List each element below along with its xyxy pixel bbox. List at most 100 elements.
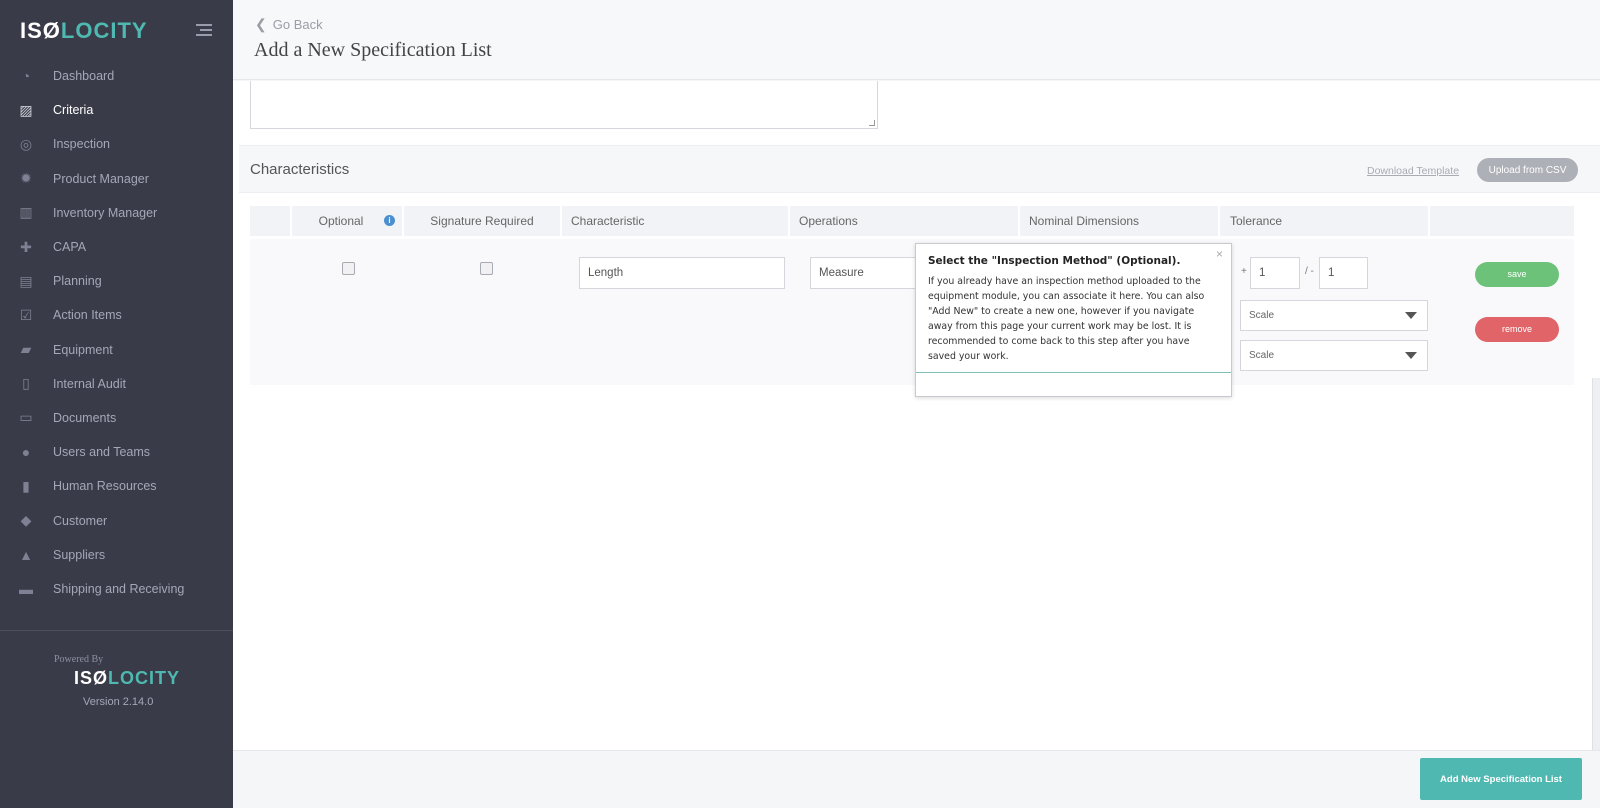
- tolerance-minus-input[interactable]: 1: [1319, 257, 1368, 289]
- sidebar: ISØLOCITY ◔ Dashboard ▨ Criteria ◎ Inspection…: [0, 0, 233, 808]
- column-header-operations: Operations: [790, 206, 1020, 236]
- sidebar-item-label: Equipment: [53, 342, 113, 357]
- column-header-characteristic: Characteristic: [562, 206, 790, 236]
- sidebar-item-action-items[interactable]: ☑ Action Items: [0, 298, 233, 332]
- sidebar-item-capa[interactable]: ✚ CAPA: [0, 230, 233, 264]
- footer-logo-right: LOCITY: [108, 668, 181, 688]
- sidebar-item-users-and-teams[interactable]: ● Users and Teams: [0, 435, 233, 469]
- signature-required-checkbox[interactable]: [480, 262, 493, 275]
- column-header-signature: Signature Required: [404, 206, 562, 236]
- document-icon: ▯: [22, 375, 30, 392]
- characteristics-title: Characteristics: [250, 161, 350, 178]
- save-button[interactable]: save: [1475, 262, 1559, 287]
- chevron-left-icon: ❮: [255, 16, 267, 32]
- barcode-icon: ▥: [19, 204, 33, 221]
- dashboard-icon: ◔: [21, 68, 31, 85]
- scale-select-minus-value: Scale: [1249, 350, 1275, 361]
- optional-header-label: Optional: [318, 214, 364, 228]
- page-footer: Add New Specification List: [233, 750, 1600, 808]
- footer-logo-left: IS: [74, 668, 94, 688]
- add-specification-list-button[interactable]: Add New Specification List: [1420, 758, 1582, 800]
- sidebar-item-shipping-and-receiving[interactable]: ▬ Shipping and Receiving: [0, 572, 233, 606]
- tag-icon: ◆: [20, 512, 32, 529]
- inbox-icon: ▬: [19, 580, 33, 597]
- gear-icon: ✹: [20, 170, 32, 187]
- menu-toggle-icon[interactable]: [196, 24, 212, 38]
- tooltip-divider: [916, 372, 1231, 373]
- scrollbar[interactable]: [1592, 378, 1600, 750]
- operations-select[interactable]: Measure: [810, 257, 930, 289]
- target-icon: ◎: [19, 135, 33, 152]
- column-header-actions: [1430, 206, 1574, 236]
- sidebar-item-human-resources[interactable]: ▮ Human Resources: [0, 469, 233, 503]
- sidebar-item-label: Action Items: [53, 308, 122, 323]
- version-label: Version 2.14.0: [83, 696, 154, 708]
- scale-select-minus[interactable]: Scale: [1240, 340, 1428, 371]
- close-icon[interactable]: ×: [1216, 247, 1223, 261]
- description-textarea[interactable]: [250, 81, 878, 129]
- main-content: Characteristics Download Template Upload…: [233, 81, 1600, 750]
- sidebar-item-inventory-manager[interactable]: ▥ Inventory Manager: [0, 196, 233, 230]
- folder-icon: ▭: [19, 409, 33, 426]
- image-icon: ▨: [19, 101, 33, 118]
- sidebar-item-inspection[interactable]: ◎ Inspection: [0, 127, 233, 161]
- sidebar-item-criteria[interactable]: ▨ Criteria: [0, 93, 233, 127]
- sidebar-item-label: Planning: [53, 274, 102, 289]
- go-back-link[interactable]: ❮ Go Back: [255, 16, 323, 33]
- sidebar-item-label: Users and Teams: [53, 445, 151, 460]
- sidebar-item-label: Shipping and Receiving: [53, 581, 185, 596]
- logo-text-right: LOCITY: [60, 18, 148, 43]
- characteristics-table-header: Optional i Signature Required Characteri…: [250, 206, 1574, 236]
- sidebar-item-label: Suppliers: [53, 547, 106, 562]
- map-icon: ▤: [19, 272, 33, 289]
- sidebar-item-planning[interactable]: ▤ Planning: [0, 264, 233, 298]
- remove-button[interactable]: remove: [1475, 317, 1559, 342]
- truck-icon: ▰: [20, 341, 32, 358]
- sidebar-item-internal-audit[interactable]: ▯ Internal Audit: [0, 367, 233, 401]
- users-icon: ●: [21, 444, 31, 461]
- column-header-blank: [250, 206, 292, 236]
- logo-text-mid: Ø: [42, 18, 61, 43]
- footer-logo: ISØLOCITY: [74, 668, 180, 689]
- sidebar-item-customer[interactable]: ◆ Customer: [0, 503, 233, 537]
- sidebar-item-label: CAPA: [53, 240, 87, 255]
- characteristics-header: Characteristics Download Template Upload…: [239, 145, 1600, 193]
- isolocity-logo[interactable]: ISØLOCITY: [20, 18, 148, 44]
- info-icon[interactable]: i: [384, 215, 395, 226]
- sidebar-item-label: Human Resources: [53, 479, 157, 494]
- download-template-link[interactable]: Download Template: [1367, 165, 1459, 177]
- tolerance-plus-input[interactable]: 1: [1250, 257, 1300, 289]
- sidebar-item-product-manager[interactable]: ✹ Product Manager: [0, 162, 233, 196]
- sidebar-item-label: Product Manager: [53, 171, 149, 186]
- scale-select-plus[interactable]: Scale: [1240, 300, 1428, 331]
- checkbox-icon: ☑: [19, 306, 33, 323]
- sidebar-item-suppliers[interactable]: ▲ Suppliers: [0, 538, 233, 572]
- resize-handle[interactable]: [869, 120, 875, 126]
- column-header-nominal: Nominal Dimensions: [1020, 206, 1220, 236]
- tooltip-body: If you already have an inspection method…: [928, 276, 1205, 362]
- footer-logo-mid: Ø: [93, 668, 109, 688]
- column-header-tolerance: Tolerance: [1220, 206, 1430, 236]
- sidebar-item-label: Inventory Manager: [53, 205, 158, 220]
- sidebar-item-dashboard[interactable]: ◔ Dashboard: [0, 59, 233, 93]
- upload-csv-button[interactable]: Upload from CSV: [1477, 158, 1578, 182]
- inspection-method-tooltip: × Select the "Inspection Method" (Option…: [915, 243, 1232, 397]
- scale-select-plus-value: Scale: [1249, 310, 1275, 321]
- tolerance-plus-sign: +: [1241, 266, 1247, 277]
- sidebar-item-label: Internal Audit: [53, 376, 126, 391]
- sidebar-item-label: Dashboard: [53, 69, 115, 84]
- powered-by-label: Powered By: [54, 654, 104, 665]
- characteristic-input[interactable]: Length: [579, 257, 785, 289]
- caret-down-icon: [1405, 352, 1417, 359]
- sidebar-item-equipment[interactable]: ▰ Equipment: [0, 333, 233, 367]
- sidebar-item-label: Inspection: [53, 137, 110, 152]
- sidebar-item-documents[interactable]: ▭ Documents: [0, 401, 233, 435]
- sidebar-item-label: Criteria: [53, 103, 94, 118]
- table-row: Length Measure + 1 / - 1 Scale Scale sav…: [250, 239, 1574, 385]
- page-title: Add a New Specification List: [254, 39, 492, 61]
- tolerance-minus-sign: / -: [1305, 266, 1314, 277]
- sidebar-nav: ◔ Dashboard ▨ Criteria ◎ Inspection ✹ Product M…: [0, 59, 233, 606]
- optional-checkbox[interactable]: [342, 262, 355, 275]
- medkit-icon: ✚: [20, 238, 32, 255]
- sidebar-divider: [0, 630, 233, 631]
